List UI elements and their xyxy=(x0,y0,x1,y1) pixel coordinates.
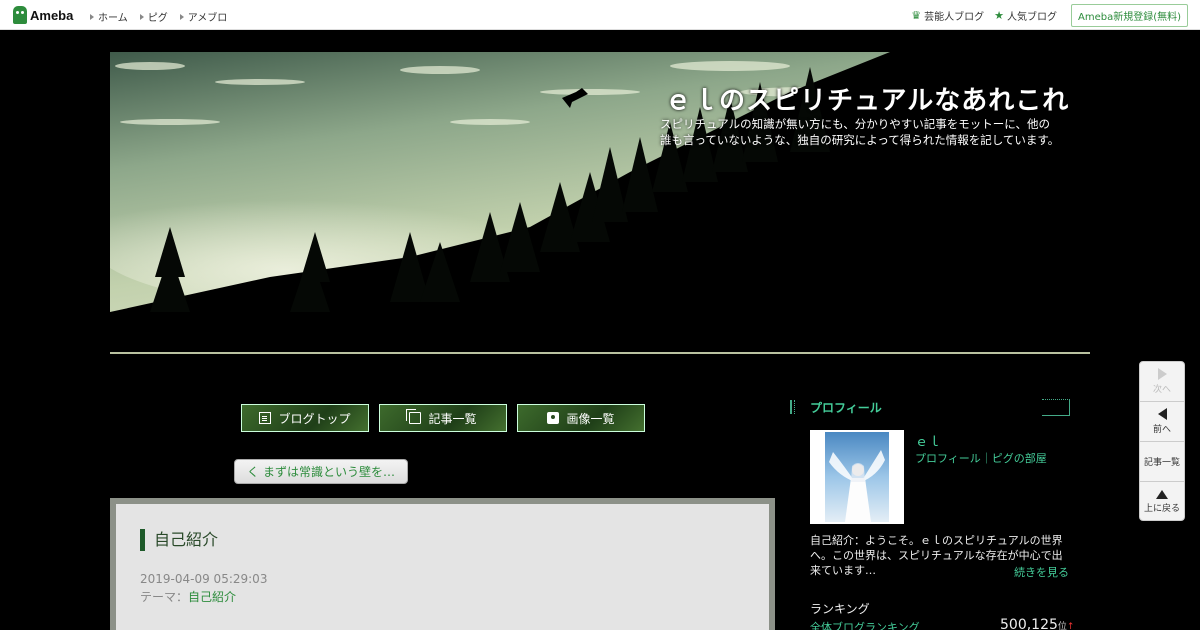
image-list-button[interactable]: 画像一覧 xyxy=(517,404,645,432)
triangle-left-icon xyxy=(1157,408,1167,420)
article-theme: テーマ：自己紹介 xyxy=(140,590,237,604)
profile-name[interactable]: ｅｌ xyxy=(915,431,941,450)
ranking-value: 500,125位↑ xyxy=(1000,617,1075,630)
triangle-right-icon xyxy=(90,13,94,20)
global-header: Ameba ホーム ピグ アメブロ ♛ 芸能人ブログ ★ 人気ブログ Ameba新規… xyxy=(0,0,1200,30)
article-list-button[interactable]: 記事一覧 xyxy=(379,404,507,432)
camera-icon xyxy=(547,412,560,424)
blog-header-image[interactable]: ｅｌのスピリチュアルなあれこれ スピリチュアルの知識が無い方にも、分かりやすい記… xyxy=(110,52,1090,342)
blog-top-button[interactable]: ブログトップ xyxy=(241,404,369,432)
profile-heading: プロフィール xyxy=(790,398,1070,416)
triangle-right-icon xyxy=(139,13,144,20)
heading-decoration xyxy=(790,400,795,414)
blog-title[interactable]: ｅｌのスピリチュアルなあれこれ xyxy=(665,80,1069,117)
nav-pigg[interactable]: ピグ xyxy=(139,9,168,24)
celebrity-blog-link[interactable]: ♛ 芸能人ブログ xyxy=(911,8,984,23)
popular-blog-link[interactable]: ★ 人気ブログ xyxy=(994,8,1057,23)
read-more-link[interactable]: 続きを見る xyxy=(1014,564,1069,580)
prev-post-float-button[interactable]: 前へ xyxy=(1140,402,1184,442)
trend-up-icon: ↑ xyxy=(1066,622,1075,630)
back-to-top-button[interactable]: 上に戻る xyxy=(1140,482,1184,522)
chevron-left-icon: く xyxy=(246,465,259,479)
crown-icon: ♛ xyxy=(911,8,922,22)
article: 自己紹介 2019-04-09 05:29:03 テーマ：自己紹介 xyxy=(116,504,769,630)
next-post-button[interactable]: 次へ xyxy=(1140,362,1184,402)
article-list-float-button[interactable]: 記事一覧 xyxy=(1140,442,1184,482)
header-right-links: ♛ 芸能人ブログ ★ 人気ブログ Ameba新規登録(無料) xyxy=(911,0,1200,30)
article-date: 2019-04-09 05:29:03 xyxy=(140,572,268,586)
nav-home[interactable]: ホーム xyxy=(90,9,128,24)
floating-nav: 次へ 前へ 記事一覧 上に戻る xyxy=(1139,361,1185,521)
triangle-right-icon xyxy=(1157,368,1167,380)
nav-ameblo[interactable]: アメブロ xyxy=(179,9,227,24)
register-button[interactable]: Ameba新規登録(無料) xyxy=(1070,3,1188,27)
ameba-mascot-icon xyxy=(13,6,27,24)
heading-decoration-right xyxy=(1042,399,1070,416)
copy-icon xyxy=(406,409,422,424)
triangle-up-icon xyxy=(1156,490,1168,499)
profile-avatar[interactable] xyxy=(810,430,904,524)
angel-avatar-image xyxy=(825,432,889,522)
document-icon xyxy=(259,412,272,424)
global-nav: ホーム ピグ アメブロ xyxy=(90,9,227,24)
star-icon: ★ xyxy=(994,8,1004,22)
blog-description: スピリチュアルの知識が無い方にも、分かりやすい記事をモットーに、他の誰も言ってい… xyxy=(660,117,1060,147)
previous-post-button[interactable]: く まずは常識という壁を… xyxy=(234,459,408,484)
theme-link[interactable]: 自己紹介 xyxy=(188,590,236,604)
ameba-logo-text: Ameba xyxy=(30,7,74,23)
header-divider xyxy=(110,352,1090,354)
profile-links[interactable]: プロフィール｜ピグの部屋 xyxy=(915,450,1047,466)
article-title[interactable]: 自己紹介 xyxy=(140,529,218,551)
triangle-right-icon xyxy=(179,13,184,20)
ameba-logo[interactable]: Ameba xyxy=(13,6,73,24)
ranking-title: ランキング xyxy=(810,602,870,616)
